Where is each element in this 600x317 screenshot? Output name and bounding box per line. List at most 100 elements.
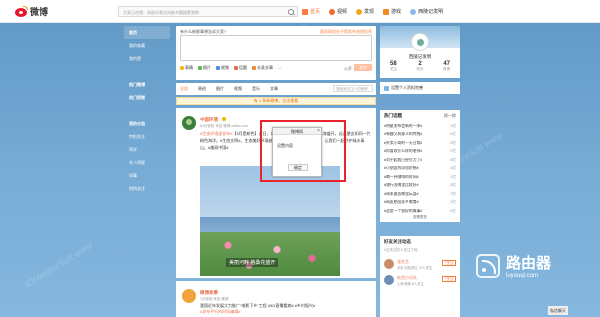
nav-home[interactable]: 首页 [302,8,320,15]
tab-videos[interactable]: 视频 [234,86,242,92]
list-item: 张先生 北京 科技博主 12人关注 +关注 [384,258,456,272]
sidebar-item[interactable]: 我的收藏 [124,39,170,52]
post-author[interactable]: 微博故事 [200,290,218,296]
close-icon[interactable]: × [317,128,320,135]
hot-topics-list: #明星发布会新的一季# 1亿 #有趣又有意义的传统# 6亿 #外卖小哥的一天日常# 5亿 #… [384,122,456,216]
list-item[interactable]: #旅行去哪里比较好# 3亿 [384,182,456,191]
publish-scope[interactable]: 公开 [344,66,352,72]
nav-game[interactable]: 游戏 [383,8,401,15]
nav-user[interactable]: 西陵记发明 [410,8,443,15]
dialog-message: 设置内容 [277,143,293,148]
follow-sub: 北京 科技博主 12人关注 [397,266,433,270]
hot-topic-count: 7亿 [450,191,456,196]
watermark: IDMonitorSoft www [23,240,94,290]
tab-music[interactable]: 音乐 [252,86,260,92]
stat-posts[interactable]: 47 微博 [433,61,460,72]
hot-topic-title: #外卖小哥的一天日常# [384,140,423,145]
ok-button[interactable]: 确定 [288,164,308,171]
sidebar-item[interactable]: 名人明星 [124,156,170,169]
stat-label: 关注 [389,67,397,71]
sidebar-item[interactable]: 特别关注 [124,130,170,143]
article-button[interactable]: 头条文章 [252,65,273,71]
tab-articles[interactable]: 文章 [270,86,278,92]
photo-caption: 美丽河畔 格桑花盛开 [226,258,279,267]
avatar[interactable] [411,33,429,51]
nav-label: 西陵记发明 [418,9,444,15]
list-item[interactable]: #明星发布会新的一季# 1亿 [384,122,456,131]
video-button[interactable]: 视频 [216,65,229,71]
profile-name[interactable]: 西陵记发明 [380,54,460,60]
feed-card: 微博故事 1分钟前 来自 微博 我国近年发展大力推广“电影下乡”工程 #5G直播… [176,281,376,317]
hot-topic-count: 8亿 [450,157,456,162]
nav-video[interactable]: 视频 [329,8,347,15]
compose-tools: 表情 图片 视频 话题 头条文章 ··· [180,65,287,71]
image-icon [198,66,202,70]
more-button[interactable]: ··· [278,66,282,71]
sidebar-item[interactable]: 我的赞 [124,52,170,65]
compose-textarea[interactable] [180,35,372,61]
feed-search-input[interactable]: 搜索我关注人的微博 [333,85,373,92]
nav-discover[interactable]: 发现 [356,8,374,15]
tab-images[interactable]: 图片 [216,86,224,92]
search-placeholder: 大家正在搜：四部分表达向秘书要搜索到的 [123,10,199,15]
profile-card: 西陵记发明 58 关注 2 粉丝 47 微博 [380,26,460,78]
post-tag[interactable]: #生态环境部发布# [200,131,232,136]
follow-button[interactable]: +关注 [442,260,456,266]
follow-panel: 好友关注动态 1位关注的人关注了他 张先生 北京 科技博主 12人关注 +关注 … [380,236,460,317]
post-photo[interactable]: 美丽河畔 格桑花盛开 [200,166,340,276]
tool-label: 图片 [203,65,211,70]
search-icon[interactable] [288,9,294,15]
top-bar: 微博 大家正在搜：四部分表达向秘书要搜索到的 首页 视频 发现 游戏 西陵记发明 [0,0,600,23]
brand-watermark: 路由器 luyouqi.com [476,252,551,279]
avatar[interactable] [182,116,196,130]
list-item: 吃货小分队 上海 美食 8人关注 +关注 [384,274,456,288]
stat-label: 微博 [443,67,451,71]
sidebar-item[interactable]: 同事 [124,169,170,182]
refresh-button[interactable]: 换一换 [444,113,456,119]
list-item[interactable]: #网友晒出家乡美食# 2亿 [384,199,456,208]
tool-label: ··· [278,65,282,71]
chat-button[interactable]: 私信聊天 [548,306,568,315]
emoji-button[interactable]: 表情 [180,65,193,71]
sidebar-item[interactable]: 悄悄关注 [124,182,170,195]
sidebar-item [124,104,170,117]
stat-fans[interactable]: 2 粉丝 [407,61,434,72]
list-item[interactable]: #外卖小哥的一天日常# 5亿 [384,139,456,148]
post-tag[interactable]: #发布平行的时间编辑# [200,309,372,315]
topic-button[interactable]: 话题 [234,65,247,71]
view-more-link[interactable]: 查看更多 [380,215,460,220]
sidebar-item[interactable]: 热门视频 [124,91,170,104]
list-item[interactable]: #周末要去哪里玩耍# 7亿 [384,190,456,199]
follow-button[interactable]: +关注 [442,276,456,282]
publish-button[interactable]: 发布 [354,64,372,71]
follow-sub: 上海 美食 8人关注 [397,282,424,286]
follow-title: 好友关注动态 [384,239,411,244]
tab-original[interactable]: 原创 [198,86,206,92]
sidebar-item[interactable]: 同学 [124,143,170,156]
sidebar-item[interactable]: 我的分组 [124,117,170,130]
weibo-logo[interactable]: 微博 [14,5,48,18]
sidebar-item[interactable]: 热门微博 [124,78,170,91]
list-item[interactable]: #你喜欢什么样的老师# 2亿 [384,148,456,157]
avatar[interactable] [384,259,394,269]
search-input[interactable]: 大家正在搜：四部分表达向秘书要搜索到的 [118,6,298,17]
post-text: 我国近年发展大力推广“电影下乡”工程 #5G直播看病# #乡村振兴# #发布平行的… [200,303,372,315]
avatar[interactable] [384,275,394,285]
tab-all[interactable]: 全部 [180,86,188,92]
profile-stats: 58 关注 2 粉丝 47 微博 [380,61,460,72]
list-item[interactable]: #对不起我已经尽力了# 8亿 [384,156,456,165]
new-posts-bar[interactable]: 有 1 条新微博，点击查看 [176,97,376,105]
list-item[interactable]: #喝一杯咖啡的时间# 1亿 [384,173,456,182]
sidebar-item[interactable]: 首页 [124,26,170,39]
avatar[interactable] [182,289,196,303]
nav-label: 游戏 [391,9,402,15]
stat-following[interactable]: 58 关注 [380,61,407,72]
profile-setup-link[interactable]: 设置个人资料完善 [380,82,460,94]
image-button[interactable]: 图片 [198,65,211,71]
list-item[interactable]: #有趣又有意义的传统# 6亿 [384,131,456,140]
post-author[interactable]: 中国环境 [200,117,218,123]
logo-text: 微博 [30,7,49,17]
game-icon [383,8,390,15]
alert-dialog: 微博网 × 设置内容 确定 [272,127,322,177]
list-item[interactable]: #小朋友的奇思妙想# 4亿 [384,165,456,174]
